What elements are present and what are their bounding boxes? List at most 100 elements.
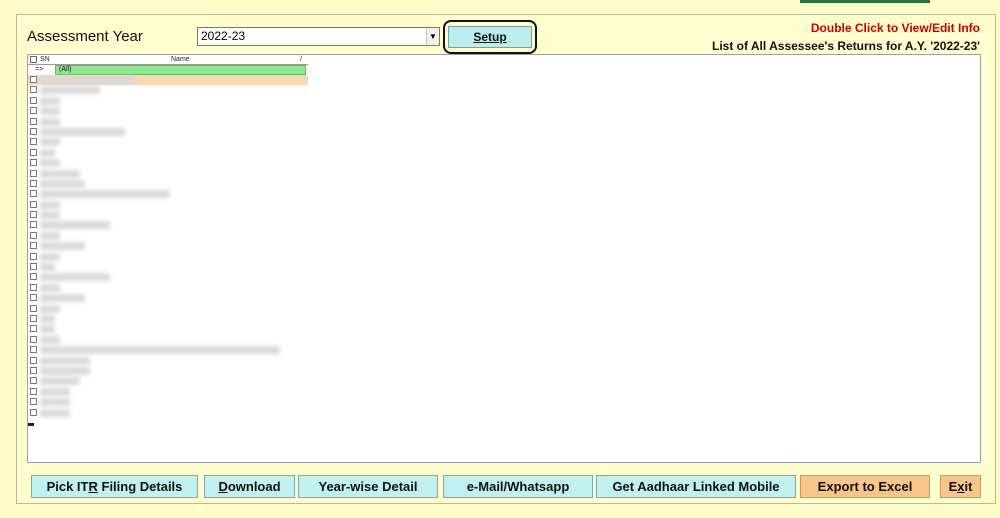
year-wise-detail-button[interactable]: Year-wise Detail bbox=[298, 475, 438, 498]
exit-button[interactable]: Exit bbox=[940, 475, 981, 498]
table-row[interactable] bbox=[28, 408, 308, 418]
table-row[interactable] bbox=[28, 117, 308, 127]
redacted-name bbox=[40, 387, 70, 396]
table-row[interactable] bbox=[28, 252, 308, 262]
table-row[interactable] bbox=[28, 241, 308, 251]
table-row[interactable] bbox=[28, 356, 308, 366]
row-checkbox[interactable] bbox=[30, 96, 37, 104]
email-whatsapp-button[interactable]: e-Mail/Whatsapp bbox=[443, 475, 593, 498]
column-header-name[interactable]: Name bbox=[171, 56, 190, 63]
row-checkbox[interactable] bbox=[30, 221, 37, 229]
column-header-sn[interactable]: SN bbox=[40, 56, 50, 63]
table-row[interactable] bbox=[28, 85, 308, 95]
button-label-part: ownload bbox=[227, 479, 281, 494]
row-checkbox[interactable] bbox=[30, 304, 37, 312]
returns-grid-area[interactable]: SN Name / => (All) bbox=[27, 54, 981, 463]
filter-row[interactable]: => (All) bbox=[28, 65, 308, 75]
get-aadhaar-linked-mobile-button[interactable]: Get Aadhaar Linked Mobile bbox=[596, 475, 796, 498]
button-label-part: Pick IT bbox=[46, 479, 89, 494]
row-checkbox[interactable] bbox=[30, 273, 37, 281]
row-checkbox[interactable] bbox=[30, 127, 37, 135]
table-row[interactable] bbox=[28, 397, 308, 407]
table-row[interactable] bbox=[28, 75, 308, 86]
redacted-name bbox=[40, 325, 55, 334]
filter-all-cell[interactable]: (All) bbox=[55, 65, 306, 75]
table-row[interactable] bbox=[28, 231, 308, 241]
row-checkbox[interactable] bbox=[30, 86, 37, 94]
row-checkbox[interactable] bbox=[30, 398, 37, 406]
row-checkbox[interactable] bbox=[30, 283, 37, 291]
setup-button[interactable]: Setup bbox=[448, 26, 532, 48]
row-checkbox[interactable] bbox=[30, 377, 37, 385]
table-row[interactable] bbox=[28, 366, 308, 376]
returns-grid[interactable]: SN Name / => (All) bbox=[28, 55, 308, 427]
table-row[interactable] bbox=[28, 210, 308, 220]
top-edge-strip bbox=[800, 0, 930, 3]
row-checkbox[interactable] bbox=[30, 356, 37, 364]
row-checkbox[interactable] bbox=[30, 252, 37, 260]
table-row[interactable] bbox=[28, 283, 308, 293]
row-checkbox[interactable] bbox=[30, 231, 37, 239]
table-row[interactable] bbox=[28, 96, 308, 106]
table-row[interactable] bbox=[28, 137, 308, 147]
double-click-hint: Double Click to View/Edit Info bbox=[810, 21, 980, 35]
assessment-year-label: Assessment Year bbox=[27, 28, 143, 45]
row-checkbox[interactable] bbox=[30, 242, 37, 250]
table-row[interactable] bbox=[28, 127, 308, 137]
row-checkbox[interactable] bbox=[30, 314, 37, 322]
redacted-name bbox=[40, 211, 60, 220]
table-row[interactable] bbox=[28, 335, 308, 345]
table-row[interactable] bbox=[28, 262, 308, 272]
row-checkbox[interactable] bbox=[30, 366, 37, 374]
button-label-accel: D bbox=[218, 479, 228, 494]
export-to-excel-button[interactable]: Export to Excel bbox=[800, 475, 930, 498]
table-row[interactable] bbox=[28, 169, 308, 179]
filter-marker: => bbox=[28, 65, 55, 75]
table-row[interactable] bbox=[28, 189, 308, 199]
table-row[interactable] bbox=[28, 376, 308, 386]
select-all-checkbox[interactable] bbox=[30, 56, 37, 63]
row-checkbox[interactable] bbox=[30, 346, 37, 354]
row-checkbox[interactable] bbox=[30, 138, 37, 146]
row-checkbox[interactable] bbox=[30, 76, 37, 83]
table-row[interactable] bbox=[28, 324, 308, 334]
table-row[interactable] bbox=[28, 220, 308, 230]
pick-itr-filing-details-button[interactable]: Pick ITR Filing Details bbox=[31, 475, 198, 498]
table-row[interactable] bbox=[28, 314, 308, 324]
download-button[interactable]: Download bbox=[204, 475, 295, 498]
dropdown-arrow-icon[interactable]: ▼ bbox=[426, 28, 439, 45]
row-checkbox[interactable] bbox=[30, 190, 37, 198]
row-checkbox[interactable] bbox=[30, 200, 37, 208]
table-row[interactable] bbox=[28, 272, 308, 282]
table-row[interactable] bbox=[28, 345, 308, 355]
row-checkbox[interactable] bbox=[30, 263, 37, 271]
table-row[interactable] bbox=[28, 200, 308, 210]
button-label-part: Export to Excel bbox=[817, 479, 913, 494]
row-checkbox[interactable] bbox=[30, 107, 37, 115]
row-checkbox[interactable] bbox=[30, 325, 37, 333]
redacted-name bbox=[40, 252, 60, 261]
table-row[interactable] bbox=[28, 293, 308, 303]
row-checkbox[interactable] bbox=[30, 117, 37, 125]
table-row[interactable] bbox=[28, 179, 308, 189]
row-checkbox[interactable] bbox=[30, 387, 37, 395]
row-checkbox[interactable] bbox=[30, 335, 37, 343]
row-checkbox[interactable] bbox=[30, 179, 37, 187]
redacted-name bbox=[40, 377, 80, 386]
button-label-part: it bbox=[964, 479, 973, 494]
table-row[interactable] bbox=[28, 387, 308, 397]
redacted-name bbox=[40, 127, 125, 136]
row-checkbox[interactable] bbox=[30, 169, 37, 177]
row-checkbox[interactable] bbox=[30, 294, 37, 302]
table-row[interactable] bbox=[28, 158, 308, 168]
redacted-name bbox=[40, 86, 100, 95]
row-checkbox[interactable] bbox=[30, 148, 37, 156]
table-row[interactable] bbox=[28, 304, 308, 314]
assessment-year-select[interactable]: 2022-23 ▼ bbox=[197, 27, 440, 46]
row-checkbox[interactable] bbox=[30, 211, 37, 219]
table-row[interactable] bbox=[28, 106, 308, 116]
row-checkbox[interactable] bbox=[30, 408, 37, 416]
row-checkbox[interactable] bbox=[30, 159, 37, 167]
redacted-name bbox=[40, 314, 55, 323]
table-row[interactable] bbox=[28, 148, 308, 158]
